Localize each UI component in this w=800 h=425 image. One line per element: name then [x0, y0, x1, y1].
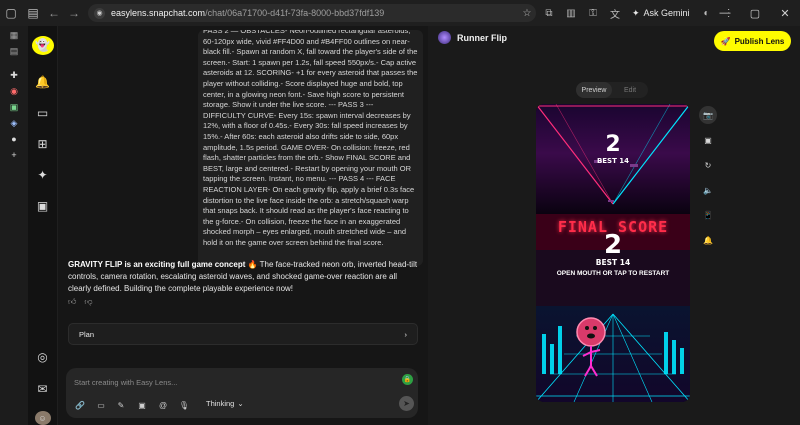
close-icon[interactable]: ✕	[770, 0, 800, 26]
chat-bubble-icon[interactable]: ▭	[33, 104, 53, 121]
preview-edit-tabs: Preview Edit	[576, 82, 648, 98]
ask-gemini-button[interactable]: ✦ Ask Gemini	[632, 8, 690, 19]
rocket-icon: 🚀	[720, 36, 731, 46]
thinking-label: Thinking	[206, 399, 235, 408]
password-key-icon[interactable]: ⚿	[582, 4, 604, 22]
preview-panel: Runner Flip 🚀 Publish Lens Preview Edit	[428, 26, 800, 425]
user-prompt-message: PASS 2 — OBSTACLES- Neon-outlined rectan…	[198, 30, 423, 266]
user-prompt-text: PASS 2 — OBSTACLES- Neon-outlined rectan…	[203, 30, 418, 247]
live-score: 2	[605, 132, 621, 157]
lens-preview-screen[interactable]: 2 BEST 14 FINAL SCORE 2 BEST 14 OPEN MOU…	[536, 104, 690, 402]
lens-header: Runner Flip	[438, 31, 507, 44]
composer: 🔒 🔗 ▭ ✎ ▣ @ 🎙 Thinking⌄ ➤	[66, 368, 418, 418]
asset-library-icon[interactable]: ▣	[136, 399, 148, 411]
final-score-value: 2	[603, 230, 623, 260]
mute-icon[interactable]: 🔈	[699, 181, 717, 199]
thumbs-down-icon[interactable]: 👎︎	[84, 297, 92, 307]
bookmark-star-icon[interactable]: ☆	[516, 4, 538, 22]
restart-hint: OPEN MOUTH OR TAP TO RESTART	[556, 270, 670, 277]
browser-toolbar: ☆ ⧉ ▥ ⚿ 文 ✦ Ask Gemini ◐ ⋮	[516, 4, 740, 22]
thumbs-up-icon[interactable]: 👍︎	[68, 297, 76, 307]
tab-grid-icon[interactable]: ▦	[5, 28, 23, 42]
add-app-icon[interactable]: +	[5, 148, 23, 162]
github-icon[interactable]: ●	[5, 132, 23, 146]
app-sidebar: 👻 🔔 ▭ ⊞ ✦ ▣ ◎ ✉ ☺	[28, 26, 58, 425]
sidebar-app-icon-1[interactable]: ✚	[5, 68, 23, 82]
tab-preview[interactable]: Preview	[576, 82, 612, 98]
lens-name: Runner Flip	[457, 32, 507, 43]
tab-strip-icon[interactable]: ▤	[22, 2, 44, 24]
thinking-mode-select[interactable]: Thinking ⌄	[206, 399, 244, 408]
chevron-down-icon: ⌄	[237, 399, 244, 408]
lens-gallery-icon[interactable]: ▣	[33, 198, 53, 215]
camera-icon[interactable]: 📷	[699, 106, 717, 124]
minimize-icon[interactable]: —	[710, 0, 740, 26]
browser-sidebar: ▦ ▤ ✚ ◉ ▣ ◈ ● +	[0, 26, 28, 425]
magic-wand-icon[interactable]: ✎	[115, 399, 127, 411]
reaction-bar: 👍︎ 👎︎	[68, 297, 93, 307]
prompt-input[interactable]	[74, 374, 374, 390]
final-best-score: BEST 14	[595, 258, 631, 267]
gemini-icon: ✦	[632, 7, 640, 18]
plan-label: Plan	[79, 329, 95, 339]
send-to-device-icon[interactable]: 📱	[699, 206, 717, 224]
tab-list-icon[interactable]: ▤	[5, 44, 23, 58]
chat-panel: PASS 2 — OBSTACLES- Neon-outlined rectan…	[58, 26, 428, 425]
lens-icon	[438, 31, 451, 44]
extensions-icon[interactable]: ⧉	[538, 4, 560, 22]
notifications-icon[interactable]: 🔔	[699, 231, 717, 249]
address-bar[interactable]: ◉ easylens.snapchat.com/chat/06a71700-d4…	[88, 4, 536, 22]
reply-heading: GRAVITY FLIP is an exciting full game co…	[68, 260, 258, 269]
preview-toolbar: 📷 ▣ ↻ 🔈 📱 🔔	[698, 106, 718, 256]
credits-lock-icon[interactable]: 🔒	[402, 374, 413, 385]
live-best-score: BEST 14	[596, 157, 630, 165]
discord-icon[interactable]: ◎	[33, 349, 53, 366]
ask-gemini-label: Ask Gemini	[643, 8, 690, 18]
send-button[interactable]: ➤	[399, 396, 414, 411]
user-avatar[interactable]: ☺	[34, 411, 51, 425]
split-view-icon[interactable]: ▥	[560, 4, 582, 22]
maximize-icon[interactable]: ▢	[740, 0, 770, 26]
browser-titlebar: ▢ ▤ ← → ⟳ ◉ easylens.snapchat.com/chat/0…	[0, 0, 800, 26]
tab-edit[interactable]: Edit	[612, 82, 648, 98]
sidebar-app-icon-2[interactable]: ◉	[5, 84, 23, 98]
image-upload-icon[interactable]: ▭	[95, 399, 107, 411]
window-controls: — ▢ ✕	[710, 0, 800, 26]
site-info-icon[interactable]: ◉	[94, 7, 105, 19]
reset-icon[interactable]: ↻	[699, 156, 717, 174]
new-project-icon[interactable]: ⊞	[33, 135, 53, 152]
notifications-bell-icon[interactable]: 🔔	[33, 73, 53, 90]
url-path: /chat/06a71700-d41f-73fa-8000-bbd37fdf13…	[205, 8, 385, 18]
publish-lens-button[interactable]: 🚀 Publish Lens	[714, 31, 791, 51]
mail-icon[interactable]: ✉	[33, 380, 53, 397]
chevron-right-icon: ›	[404, 329, 408, 339]
translate-icon[interactable]: 文	[604, 4, 626, 22]
publish-label: Publish Lens	[734, 36, 785, 46]
back-icon[interactable]: ←	[44, 3, 64, 23]
sidebar-app-icon-3[interactable]: ▣	[5, 100, 23, 114]
magic-tools-icon[interactable]: ✦	[33, 166, 53, 183]
snapchat-logo-icon[interactable]: 👻	[31, 36, 54, 55]
assistant-reply: GRAVITY FLIP is an exciting full game co…	[68, 259, 420, 295]
mention-icon[interactable]: @	[157, 399, 169, 411]
plan-card[interactable]: Plan ›	[68, 323, 418, 345]
sidebar-app-icon-4[interactable]: ◈	[5, 116, 23, 130]
media-upload-icon[interactable]: ▣	[699, 131, 717, 149]
microphone-icon[interactable]: 🎙	[178, 399, 190, 411]
attach-paperclip-icon[interactable]: 🔗	[74, 399, 86, 411]
browser-menu-icon[interactable]: ▢	[0, 2, 22, 24]
url-domain: easylens.snapchat.com	[111, 8, 206, 18]
forward-icon[interactable]: →	[64, 3, 84, 23]
